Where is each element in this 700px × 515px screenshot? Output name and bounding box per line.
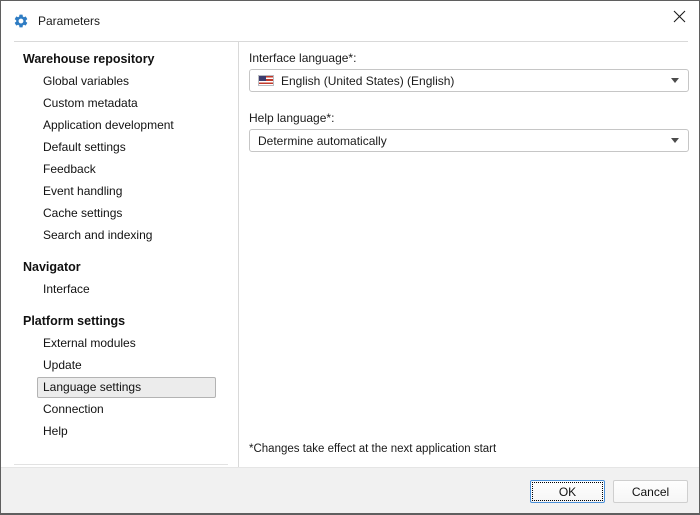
sidebar-item-help[interactable]: Help: [37, 421, 216, 442]
interface-language-select[interactable]: English (United States) (English): [249, 69, 689, 92]
sidebar-item-connection[interactable]: Connection: [37, 399, 216, 420]
language-settings-panel: Interface language*: English (United Sta…: [239, 42, 698, 467]
sidebar-item-event-handling[interactable]: Event handling: [37, 181, 216, 202]
chevron-down-icon: [671, 138, 679, 143]
settings-sidebar: Warehouse repository Global variables Cu…: [2, 42, 238, 467]
help-language-value: Determine automatically: [258, 134, 387, 148]
interface-language-label: Interface language*:: [249, 51, 687, 65]
sidebar-item-language-settings[interactable]: Language settings: [37, 377, 216, 398]
sidebar-item-global-variables[interactable]: Global variables: [37, 71, 216, 92]
sidebar-item-custom-metadata[interactable]: Custom metadata: [37, 93, 216, 114]
sidebar-section-navigator: Navigator: [2, 256, 238, 278]
help-language-label: Help language*:: [249, 111, 687, 125]
dialog-footer: OK Cancel: [1, 467, 699, 513]
sidebar-item-update[interactable]: Update: [37, 355, 216, 376]
close-icon: [673, 10, 686, 26]
sidebar-bottom-separator: [14, 464, 228, 465]
cancel-button[interactable]: Cancel: [613, 480, 688, 503]
sidebar-item-application-development[interactable]: Application development: [37, 115, 216, 136]
window-title: Parameters: [38, 14, 100, 28]
gear-icon: [13, 13, 29, 29]
chevron-down-icon: [671, 78, 679, 83]
sidebar-item-cache-settings[interactable]: Cache settings: [37, 203, 216, 224]
us-flag-icon: [258, 75, 274, 86]
sidebar-item-feedback[interactable]: Feedback: [37, 159, 216, 180]
restart-note: *Changes take effect at the next applica…: [249, 443, 496, 455]
sidebar-section-warehouse-repository: Warehouse repository: [2, 48, 238, 70]
sidebar-item-interface[interactable]: Interface: [37, 279, 216, 300]
interface-language-value: English (United States) (English): [281, 74, 454, 88]
sidebar-item-search-and-indexing[interactable]: Search and indexing: [37, 225, 216, 246]
close-button[interactable]: [671, 10, 687, 26]
title-bar: Parameters: [1, 1, 699, 41]
sidebar-item-external-modules[interactable]: External modules: [37, 333, 216, 354]
ok-button[interactable]: OK: [530, 480, 605, 503]
sidebar-item-default-settings[interactable]: Default settings: [37, 137, 216, 158]
parameters-dialog: Parameters Warehouse repository Global v…: [0, 0, 700, 515]
sidebar-section-platform-settings: Platform settings: [2, 310, 238, 332]
help-language-select[interactable]: Determine automatically: [249, 129, 689, 152]
